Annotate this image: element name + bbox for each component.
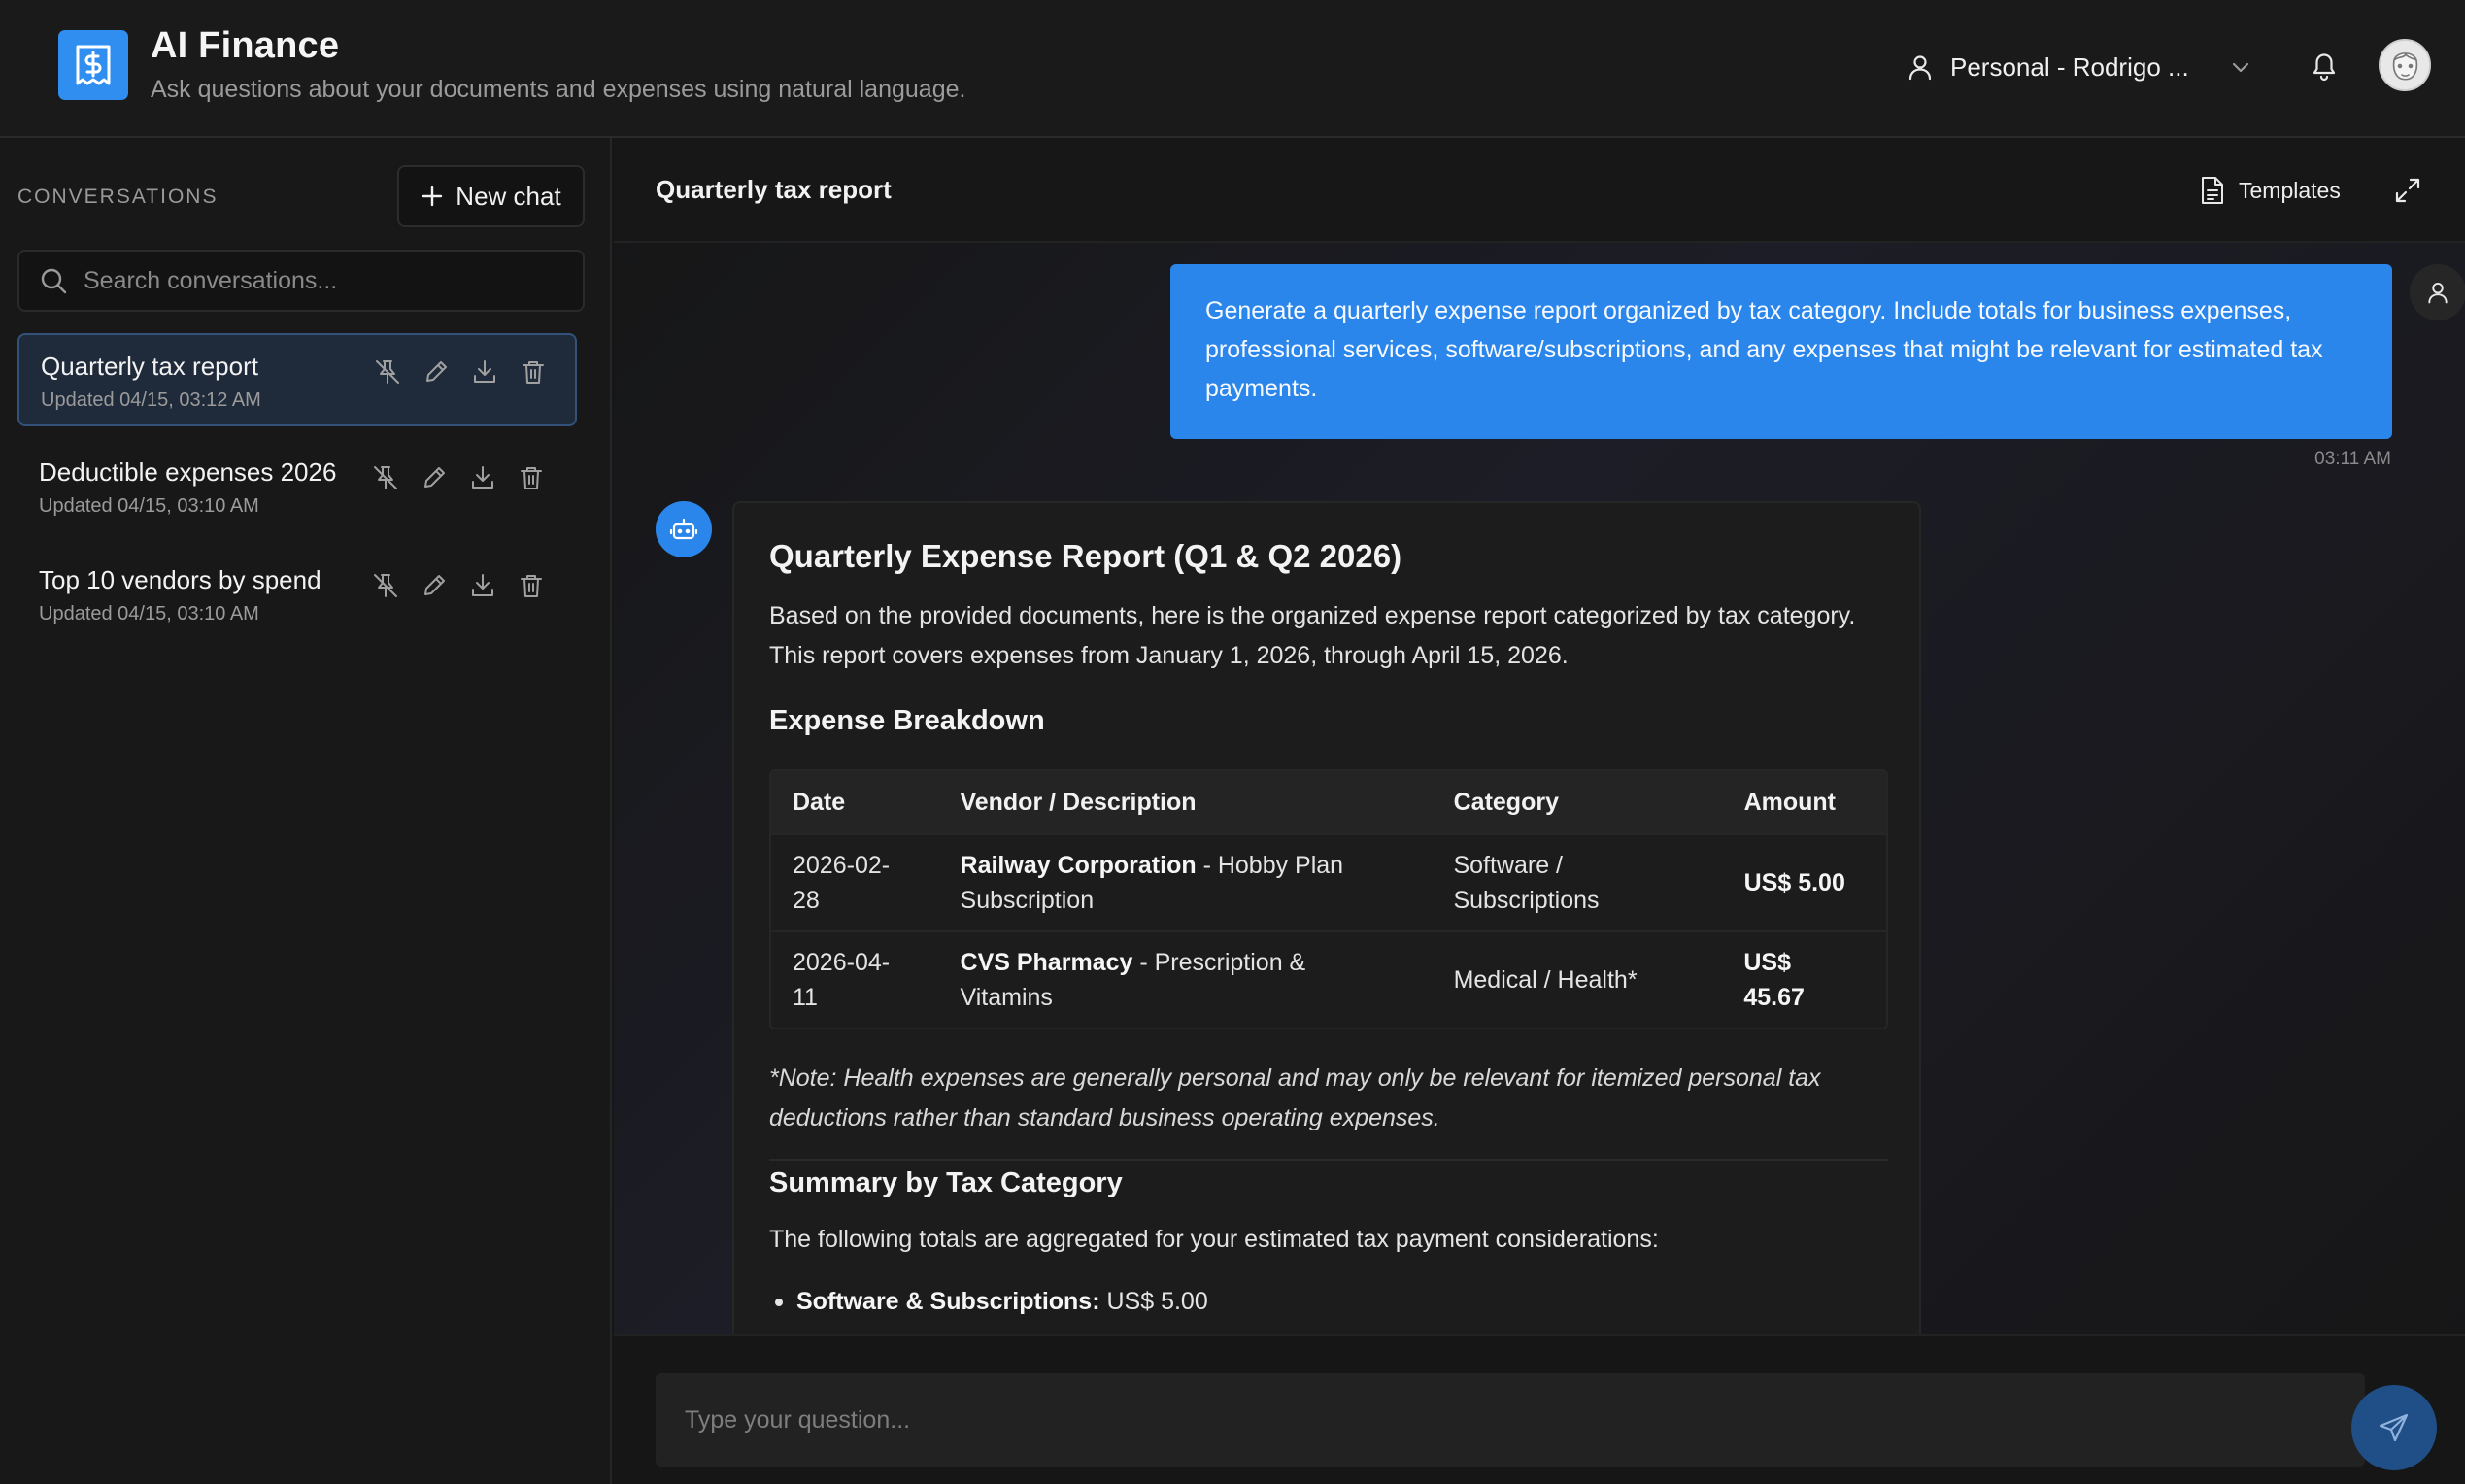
bullet — [775, 1298, 783, 1306]
table-row: 2026-02-28 Railway Corporation - Hobby P… — [771, 833, 1886, 930]
vendor-name: CVS Pharmacy — [960, 949, 1133, 976]
app-subtitle: Ask questions about your documents and e… — [151, 76, 966, 103]
unpin-icon[interactable] — [370, 570, 401, 601]
table-header-cell: Vendor / Description — [960, 789, 1197, 816]
bell-icon[interactable] — [2309, 49, 2340, 82]
conversation-updated: Updated 04/15, 03:10 AM — [39, 603, 259, 624]
question-input[interactable] — [656, 1373, 2365, 1467]
expense-table: Date Vendor / Description Category Amoun… — [769, 769, 1888, 1029]
document-icon — [2200, 176, 2225, 205]
conversation-item[interactable]: Deductible expenses 2026 Updated 04/15, … — [17, 441, 577, 534]
search-icon — [39, 266, 68, 295]
expand-icon[interactable] — [2392, 175, 2423, 206]
unpin-icon[interactable] — [372, 356, 403, 388]
trash-icon[interactable] — [516, 570, 547, 601]
conversation-updated: Updated 04/15, 03:10 AM — [39, 495, 259, 517]
date-cell: 2026-02-28 — [793, 852, 891, 914]
vendor-cell: CVS Pharmacy - Prescription & Vitamins — [939, 945, 1433, 1015]
summary-heading: Summary by Tax Category — [769, 1167, 1123, 1198]
app-title: AI Finance — [151, 25, 340, 66]
sidebar: CONVERSATIONS New chat Quarterly tax rep… — [0, 138, 612, 1484]
table-header-cell: Category — [1453, 789, 1559, 816]
conversation-title: Quarterly tax report — [41, 352, 258, 381]
report-intro: Based on the provided documents, here is… — [769, 602, 1856, 669]
conversation-search — [17, 250, 585, 312]
category-cell: Software / Subscriptions — [1453, 852, 1600, 914]
chat-header: Quarterly tax report Templates — [614, 138, 2465, 243]
conversation-item[interactable]: Top 10 vendors by spend Updated 04/15, 0… — [17, 549, 577, 642]
amount-cell: US$ 45.67 — [1743, 949, 1805, 1011]
vendor-cell: Railway Corporation - Hobby Plan Subscri… — [939, 848, 1433, 918]
trash-icon[interactable] — [516, 462, 547, 493]
table-header-row: Date Vendor / Description Category Amoun… — [771, 771, 1886, 833]
conversation-actions — [372, 356, 549, 388]
user-avatar-icon — [2410, 264, 2465, 320]
table-header-cell: Date — [793, 789, 846, 816]
unpin-icon[interactable] — [370, 462, 401, 493]
download-icon[interactable] — [467, 462, 498, 493]
date-cell: 2026-04-11 — [793, 949, 891, 1011]
chat-title: Quarterly tax report — [656, 175, 892, 204]
user-icon — [1906, 52, 1935, 82]
table-header-cell: Amount — [1743, 789, 1836, 816]
receipt-dollar-icon — [58, 30, 128, 100]
account-switcher[interactable]: Personal - Rodrigo ... — [1906, 43, 2255, 91]
summary-item-label: Software & Subscriptions: — [796, 1288, 1100, 1315]
summary-item-value: US$ 5.00 — [1099, 1288, 1208, 1315]
report-title: Quarterly Expense Report (Q1 & Q2 2026) — [769, 538, 1402, 574]
conversation-title: Top 10 vendors by spend — [39, 565, 321, 594]
download-icon[interactable] — [469, 356, 500, 388]
chevron-down-icon — [2226, 52, 2255, 82]
summary-text: The following totals are aggregated for … — [769, 1226, 1659, 1253]
chat-panel: Quarterly tax report Templates Generate … — [614, 138, 2465, 1484]
templates-button[interactable]: Templates — [2200, 171, 2341, 210]
pencil-icon[interactable] — [419, 570, 450, 601]
health-note: *Note: Health expenses are generally per… — [769, 1064, 1821, 1131]
send-button[interactable] — [2351, 1385, 2437, 1470]
app-header: AI Finance Ask questions about your docu… — [0, 0, 2465, 138]
conversation-item[interactable]: Quarterly tax report Updated 04/15, 03:1… — [17, 333, 577, 426]
send-icon — [2378, 1411, 2411, 1444]
new-chat-label: New chat — [456, 181, 561, 211]
plus-icon — [421, 185, 444, 208]
conversation-actions — [370, 570, 547, 601]
search-input[interactable] — [84, 266, 569, 295]
list-item: Software & Subscriptions: US$ 5.00 — [769, 1288, 1208, 1316]
bot-icon — [656, 501, 712, 557]
templates-label: Templates — [2239, 177, 2341, 203]
user-message: Generate a quarterly expense report orga… — [1170, 264, 2392, 439]
composer — [614, 1334, 2465, 1484]
conversation-updated: Updated 04/15, 03:12 AM — [41, 389, 261, 411]
message-timestamp: 03:11 AM — [2314, 449, 2391, 469]
conversation-title: Deductible expenses 2026 — [39, 457, 337, 487]
table-row: 2026-04-11 CVS Pharmacy - Prescription &… — [771, 930, 1886, 1028]
conversation-actions — [370, 462, 547, 493]
amount-cell: US$ 5.00 — [1743, 869, 1845, 896]
breakdown-heading: Expense Breakdown — [769, 705, 1045, 736]
category-cell: Medical / Health* — [1453, 966, 1638, 994]
new-chat-button[interactable]: New chat — [397, 165, 585, 227]
conversations-heading: CONVERSATIONS — [17, 186, 219, 208]
avatar[interactable] — [2379, 39, 2431, 91]
account-label: Personal - Rodrigo ... — [1950, 51, 2189, 82]
pencil-icon[interactable] — [419, 462, 450, 493]
download-icon[interactable] — [467, 570, 498, 601]
vendor-name: Railway Corporation — [960, 852, 1197, 879]
divider — [769, 1159, 1888, 1161]
trash-icon[interactable] — [518, 356, 549, 388]
pencil-icon[interactable] — [421, 356, 452, 388]
